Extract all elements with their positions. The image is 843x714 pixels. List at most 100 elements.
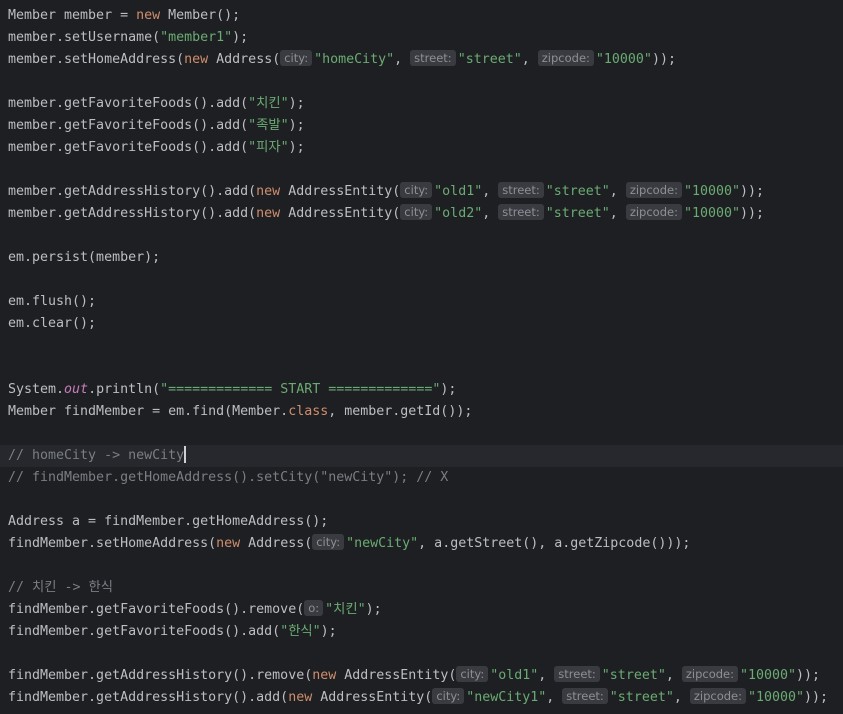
code-token: );	[365, 602, 382, 617]
string-literal: "피자"	[248, 140, 289, 155]
string-literal: "10000"	[748, 690, 805, 705]
string-literal: "============= START ============="	[160, 382, 441, 397]
parameter-hint: city:	[400, 182, 433, 198]
comment-text: // findMember.getHomeAddress().setCity("…	[8, 470, 449, 485]
code-line[interactable]: em.flush();	[0, 291, 843, 313]
keyword-token: class	[288, 404, 329, 419]
string-literal: "old2"	[434, 206, 483, 221]
code-token: AddressEntity(	[280, 184, 401, 199]
keyword-token: new	[136, 8, 161, 23]
code-token: ,	[394, 52, 411, 67]
string-literal: "old1"	[490, 668, 539, 683]
code-line[interactable]: Member member = new Member();	[0, 5, 843, 27]
code-token: );	[232, 30, 249, 45]
code-token: ,	[482, 206, 499, 221]
code-line[interactable]	[0, 423, 843, 445]
code-token: ,	[609, 184, 626, 199]
keyword-token: new	[256, 184, 281, 199]
code-line[interactable]: member.getAddressHistory().add(new Addre…	[0, 203, 843, 225]
code-line[interactable]: // 치킨 -> 한식	[0, 577, 843, 599]
string-literal: "street"	[545, 206, 610, 221]
code-line[interactable]	[0, 643, 843, 665]
code-line[interactable]: em.clear();	[0, 313, 843, 335]
code-line[interactable]	[0, 489, 843, 511]
string-literal: "street"	[601, 668, 666, 683]
code-line[interactable]: findMember.getAddressHistory().add(new A…	[0, 687, 843, 709]
keyword-token: new	[184, 52, 209, 67]
code-line[interactable]	[0, 71, 843, 93]
code-line[interactable]	[0, 357, 843, 379]
code-line[interactable]	[0, 555, 843, 577]
code-line[interactable]: em.persist(member);	[0, 247, 843, 269]
code-token: findMember.getAddressHistory().remove(	[8, 668, 313, 683]
code-token: , a.getStreet(), a.getZipcode()));	[418, 536, 691, 551]
string-literal: "street"	[457, 52, 522, 67]
code-token: ));	[740, 184, 765, 199]
parameter-hint: zipcode:	[625, 182, 682, 198]
comment-text: // 치킨 -> 한식	[8, 580, 113, 595]
code-line[interactable]: member.getFavoriteFoods().add("피자");	[0, 137, 843, 159]
code-line[interactable]: member.getFavoriteFoods().add("족발");	[0, 115, 843, 137]
code-token: Member member =	[8, 8, 137, 23]
code-token: ,	[546, 690, 563, 705]
string-literal: "homeCity"	[314, 52, 395, 67]
code-token: );	[288, 96, 305, 111]
code-token: Member();	[160, 8, 241, 23]
static-field-token: out	[64, 382, 89, 397]
code-line[interactable]: findMember.getAddressHistory().remove(ne…	[0, 665, 843, 687]
code-token: em.flush();	[8, 294, 97, 309]
code-token: member.getFavoriteFoods().add(	[8, 118, 249, 133]
code-line[interactable]	[0, 225, 843, 247]
parameter-hint: city:	[432, 688, 465, 704]
code-token: , member.getId());	[328, 404, 473, 419]
code-line[interactable]	[0, 335, 843, 357]
code-token: member.getAddressHistory().add(	[8, 206, 257, 221]
code-line[interactable]	[0, 159, 843, 181]
string-literal: "10000"	[595, 52, 652, 67]
string-literal: "족발"	[248, 118, 289, 133]
code-token: member.setUsername(	[8, 30, 161, 45]
string-literal: "street"	[609, 690, 674, 705]
parameter-hint: o:	[304, 600, 324, 616]
code-line[interactable]: Member findMember = em.find(Member.class…	[0, 401, 843, 423]
code-token: AddressEntity(	[280, 206, 401, 221]
code-line[interactable]: findMember.setHomeAddress(new Address(ci…	[0, 533, 843, 555]
code-token: .println(	[88, 382, 161, 397]
code-line[interactable]: Address a = findMember.getHomeAddress();	[0, 511, 843, 533]
code-line-current[interactable]: // homeCity -> newCity	[0, 445, 843, 467]
parameter-hint: street:	[554, 666, 600, 682]
text-cursor	[184, 446, 186, 463]
parameter-hint: city:	[280, 50, 313, 66]
code-line[interactable]: // findMember.getHomeAddress().setCity("…	[0, 467, 843, 489]
code-token: Member findMember = em.find(Member.	[8, 404, 289, 419]
code-line[interactable]: member.getFavoriteFoods().add("치킨");	[0, 93, 843, 115]
parameter-hint: city:	[312, 534, 345, 550]
code-editor[interactable]: Member member = new Member(); member.setU…	[0, 0, 843, 714]
code-token: member.getFavoriteFoods().add(	[8, 96, 249, 111]
code-line[interactable]: member.setHomeAddress(new Address(city: "…	[0, 49, 843, 71]
string-literal: "old1"	[434, 184, 483, 199]
parameter-hint: zipcode:	[689, 688, 746, 704]
parameter-hint: zipcode:	[681, 666, 738, 682]
code-token: em.persist(member);	[8, 250, 161, 265]
code-token: AddressEntity(	[312, 690, 433, 705]
code-line[interactable]: findMember.getFavoriteFoods().add("한식");	[0, 621, 843, 643]
code-token: ));	[651, 52, 676, 67]
string-literal: "한식"	[280, 624, 321, 639]
code-line[interactable]: findMember.getFavoriteFoods().remove(o: "…	[0, 599, 843, 621]
parameter-hint: city:	[456, 666, 489, 682]
code-token: Address(	[208, 52, 281, 67]
code-token: ,	[665, 668, 682, 683]
code-token: ));	[804, 690, 829, 705]
code-token: ,	[521, 52, 538, 67]
string-literal: "치킨"	[248, 96, 289, 111]
code-line[interactable]	[0, 269, 843, 291]
code-token: em.clear();	[8, 316, 97, 331]
code-line[interactable]: member.getAddressHistory().add(new Addre…	[0, 181, 843, 203]
code-line[interactable]: member.setUsername("member1");	[0, 27, 843, 49]
string-literal: "street"	[545, 184, 610, 199]
keyword-token: new	[288, 690, 313, 705]
code-line[interactable]: System.out.println("============= START …	[0, 379, 843, 401]
code-token: ,	[482, 184, 499, 199]
parameter-hint: street:	[498, 204, 544, 220]
